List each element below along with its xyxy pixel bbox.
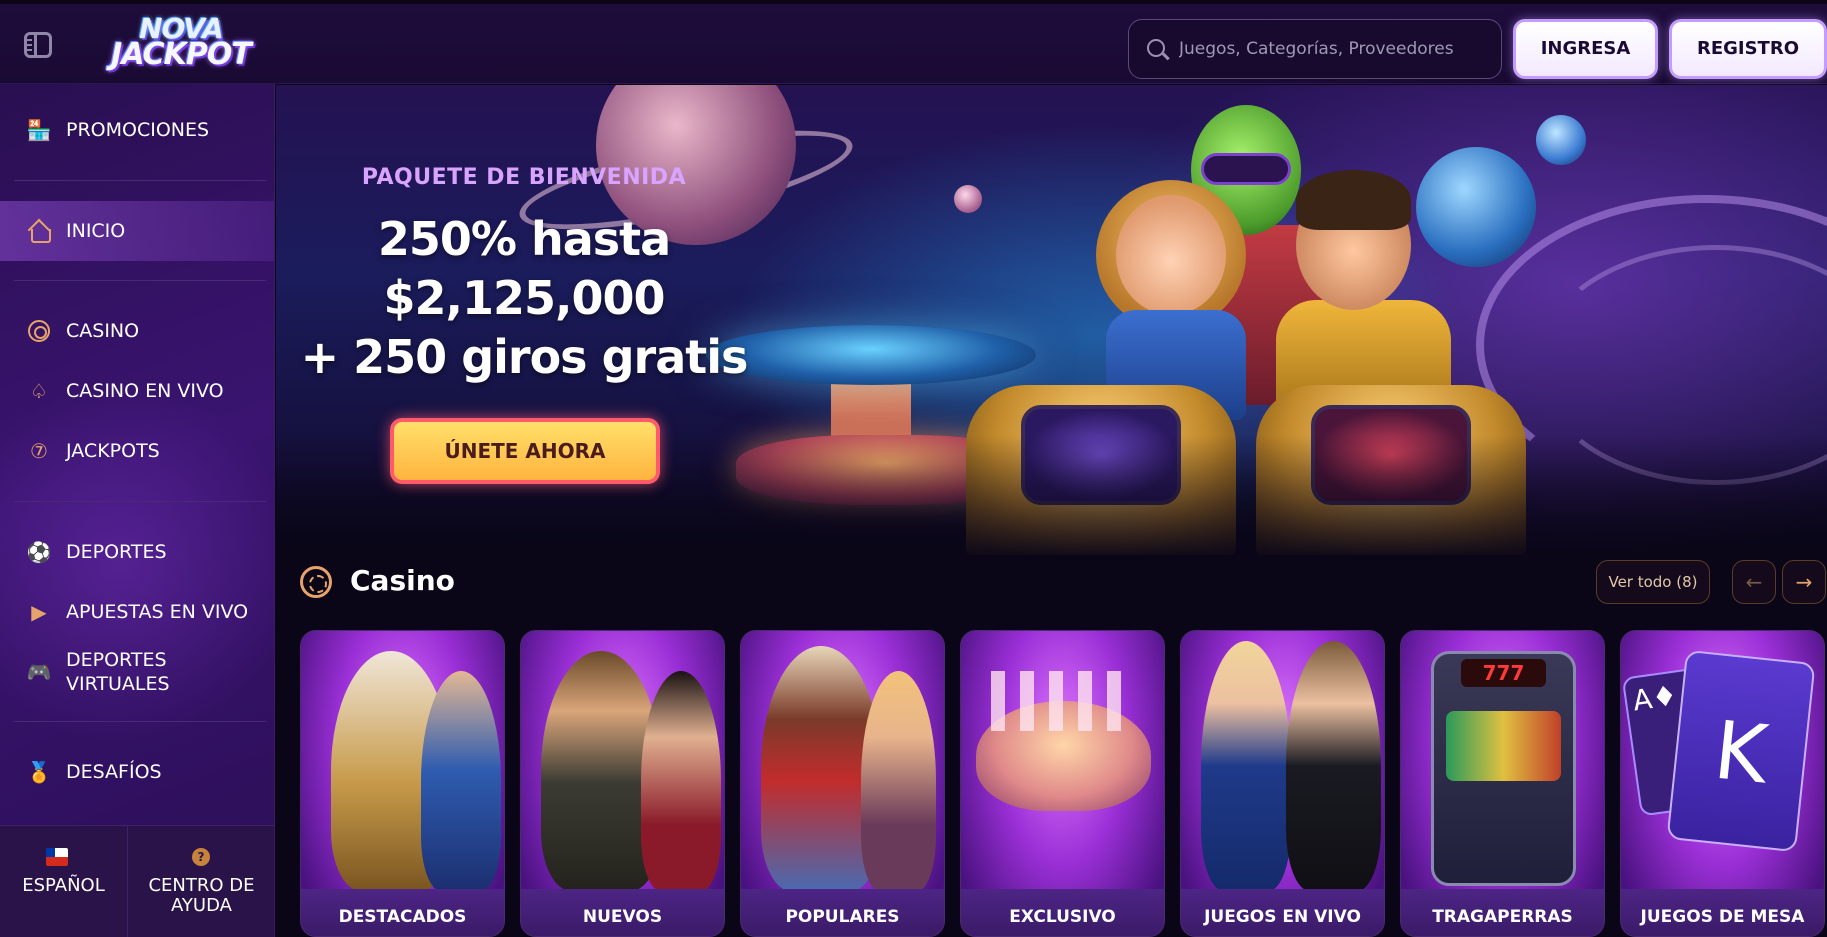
sidebar-item-label: DEPORTES [66,541,167,563]
login-button[interactable]: INGRESA [1513,19,1658,79]
carousel-next-button[interactable]: → [1782,560,1826,604]
hero-subtitle: PAQUETE DE BIENVENIDA [361,165,687,190]
sidebar-item-casino[interactable]: CASINO [0,311,274,351]
hero-title: 250% hasta $2,125,000 + 250 giros gratis [276,210,772,387]
sidebar-divider [14,280,266,281]
sidebar-item-deportes-virtuales[interactable]: 🎮 DEPORTES VIRTUALES [0,649,274,695]
category-card-juegos-de-mesa[interactable]: A♦ K JUEGOS DE MESA [1620,630,1825,937]
card-label: TRAGAPERRAS [1401,889,1604,936]
card-label: NUEVOS [521,889,724,936]
top-bar: NOVA JACKPOT INGRESA REGISTRO [0,0,1827,84]
card-label: EXCLUSIVO [961,889,1164,936]
sidebar: 🏪 PROMOCIONES INICIO CASINO ♤ CASINO EN … [0,84,275,937]
help-center-link[interactable]: ? CENTRO DE AYUDA [128,826,274,937]
crown-artwork [961,631,1164,891]
search-input[interactable] [1179,34,1489,64]
logo[interactable]: NOVA JACKPOT [96,15,266,74]
planet-decoration [1416,147,1536,267]
chile-flag-icon [46,848,68,866]
hero-title-line: $2,125,000 [383,271,665,325]
casino-section-header: Casino Ver todo (8) ← → [276,556,1827,612]
sidebar-item-desafios[interactable]: 🏅 DESAFÍOS [0,752,274,792]
gift-store-icon: 🏪 [26,118,52,142]
sidebar-divider [14,501,266,502]
casino-chip-icon [26,318,52,344]
sidebar-footer: ESPAÑOL ? CENTRO DE AYUDA [0,825,274,937]
seven-icon: ⑦ [30,439,48,463]
sidebar-item-label: CASINO EN VIVO [66,380,224,402]
girl-character [1116,195,1226,315]
sidebar-item-label: PROMOCIONES [66,119,210,141]
search-box[interactable] [1128,19,1502,79]
sidebar-divider [14,721,266,722]
sidebar-toggle-icon[interactable] [24,32,52,58]
sidebar-item-label: DEPORTES VIRTUALES [66,649,170,695]
section-title: Casino [350,564,455,597]
live-dealers-artwork [1181,631,1384,891]
help-label: CENTRO DE AYUDA [148,875,255,916]
sidebar-item-deportes[interactable]: ⚽ DEPORTES [0,532,274,572]
casino-chip-icon [300,566,332,598]
sidebar-item-label: JACKPOTS [66,440,160,462]
card-label: POPULARES [741,889,944,936]
home-icon [26,218,52,244]
category-card-populares[interactable]: POPULARES [740,630,945,937]
play-icon: ▶ [31,600,47,624]
category-card-juegos-en-vivo[interactable]: JUEGOS EN VIVO [1180,630,1385,937]
sidebar-item-jackpots[interactable]: ⑦ JACKPOTS [0,431,274,471]
sidebar-item-label: CASINO [66,320,140,342]
card-label: JUEGOS DE MESA [1621,889,1824,936]
soccer-ball-icon: ⚽ [26,540,52,564]
alien-glasses [1201,153,1291,185]
category-card-destacados[interactable]: DESTACADOS [300,630,505,937]
card-label: DESTACADOS [301,889,504,936]
view-all-button[interactable]: Ver todo (8) [1596,560,1710,604]
guy-character [1296,170,1411,230]
casino-category-carousel: DESTACADOS NUEVOS POPULARES EXCLUSIVO JU… [276,630,1827,937]
hero-title-line: 250% hasta [377,212,671,266]
sidebar-divider [14,180,266,181]
category-card-nuevos[interactable]: NUEVOS [520,630,725,937]
sidebar-item-casino-en-vivo[interactable]: ♤ CASINO EN VIVO [0,371,274,411]
zeus-artwork [301,631,504,891]
sidebar-item-label: INICIO [66,220,126,242]
carousel-prev-button[interactable]: ← [1732,560,1776,604]
planet-decoration [954,185,982,213]
logo-line2: JACKPOT [111,37,252,72]
language-selector[interactable]: ESPAÑOL [0,826,128,937]
category-card-exclusivo[interactable]: EXCLUSIVO [960,630,1165,937]
sidebar-item-label: DESAFÍOS [66,761,162,783]
cowboy-artwork [741,631,944,891]
hero-title-line: + 250 giros gratis [300,330,749,384]
help-icon: ? [192,848,210,866]
sidebar-item-apuestas-en-vivo[interactable]: ▶ APUESTAS EN VIVO [0,592,274,632]
join-now-button[interactable]: ÚNETE AHORA [390,418,660,484]
planet-decoration [1536,115,1586,165]
card-label: JUEGOS EN VIVO [1181,889,1384,936]
sidebar-item-promociones[interactable]: 🏪 PROMOCIONES [0,110,274,150]
spade-icon: ♤ [30,379,48,403]
sidebar-item-inicio[interactable]: INICIO [0,201,274,261]
gamepad-icon: 🎮 [26,660,52,684]
language-label: ESPAÑOL [22,875,105,896]
sidebar-item-label: APUESTAS EN VIVO [66,601,249,623]
adventurer-artwork [521,631,724,891]
search-icon [1147,39,1165,57]
category-card-tragaperras[interactable]: 777 TRAGAPERRAS [1400,630,1605,937]
arrow-right-icon: → [1795,570,1813,594]
register-button[interactable]: REGISTRO [1669,19,1827,79]
slot-machine-artwork: 777 [1401,631,1604,891]
playing-cards-artwork: A♦ K [1621,631,1824,891]
hero-banner[interactable]: PAQUETE DE BIENVENIDA 250% hasta $2,125,… [276,85,1827,555]
medal-icon: 🏅 [26,760,52,784]
arrow-left-icon: ← [1745,570,1763,594]
